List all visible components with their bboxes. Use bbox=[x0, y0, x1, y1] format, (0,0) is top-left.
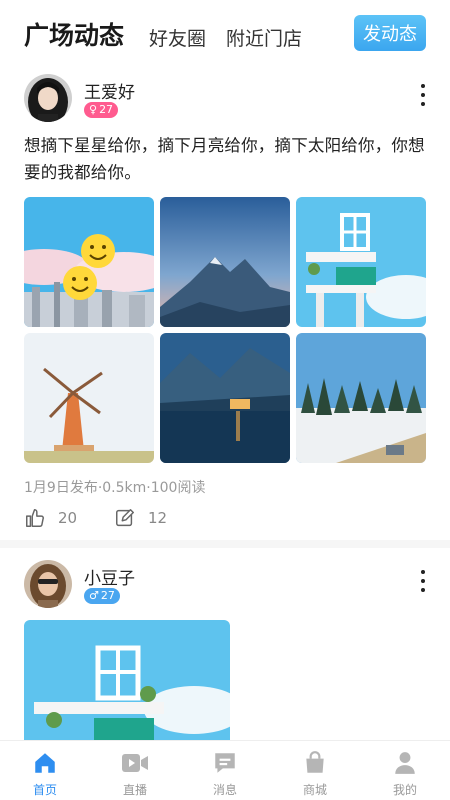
nav-label: 直播 bbox=[122, 783, 147, 797]
male-icon: ♂ bbox=[89, 589, 99, 602]
nav-messages[interactable]: 消息 bbox=[180, 741, 270, 800]
gender-age-badge: ♀ 27 bbox=[84, 102, 119, 118]
new-post-button[interactable]: 发动态 bbox=[354, 15, 426, 51]
post-divider bbox=[0, 540, 450, 548]
like-count: 20 bbox=[58, 509, 78, 527]
more-options-icon[interactable] bbox=[418, 84, 428, 106]
page-title: 广场动态 bbox=[24, 21, 125, 50]
like-button[interactable]: 20 bbox=[24, 507, 77, 529]
avatar[interactable] bbox=[24, 74, 72, 122]
username[interactable]: 王爱好 bbox=[84, 78, 135, 103]
username[interactable]: 小豆子 bbox=[84, 564, 135, 589]
shopping-bag-icon bbox=[300, 749, 330, 777]
nav-live[interactable]: 直播 bbox=[90, 741, 180, 800]
profile-icon bbox=[390, 749, 420, 777]
nav-profile[interactable]: 我的 bbox=[360, 741, 450, 800]
more-options-icon[interactable] bbox=[418, 570, 428, 592]
gender-age-badge: ♂ 27 bbox=[84, 588, 120, 604]
post-image-lake-town[interactable] bbox=[160, 333, 290, 463]
nav-label: 我的 bbox=[392, 783, 417, 797]
female-icon: ♀ bbox=[89, 103, 98, 116]
age-value: 27 bbox=[100, 589, 115, 602]
post-meta: 1月9日发布·0.5km·100阅读 bbox=[24, 480, 206, 496]
age-value: 27 bbox=[99, 103, 114, 116]
nav-mall[interactable]: 商城 bbox=[270, 741, 360, 800]
nav-label: 消息 bbox=[212, 783, 237, 797]
thumbs-up-icon bbox=[26, 509, 44, 527]
nav-home[interactable]: 首页 bbox=[0, 741, 90, 800]
post-image-balloons[interactable] bbox=[24, 197, 154, 327]
nav-label: 首页 bbox=[32, 783, 57, 797]
post-image-windmill[interactable] bbox=[24, 333, 154, 463]
video-icon bbox=[120, 749, 150, 777]
home-icon bbox=[30, 749, 60, 777]
post-image-snowy-forest[interactable] bbox=[296, 333, 426, 463]
post-image-mountain[interactable] bbox=[160, 197, 290, 327]
avatar[interactable] bbox=[24, 560, 72, 608]
bottom-tab-bar: 首页 直播 消息 商城 我的 bbox=[0, 740, 450, 800]
post-text: 想摘下星星给你，摘下月亮给你，摘下太阳给你，你想要的我都给你。 bbox=[24, 136, 425, 182]
top-header: 广场动态 好友圈 附近门店 发动态 bbox=[0, 0, 450, 64]
edit-icon bbox=[116, 509, 134, 527]
message-icon bbox=[210, 749, 240, 777]
tab-nearby-stores[interactable]: 附近门店 bbox=[226, 24, 302, 51]
tab-friends[interactable]: 好友圈 bbox=[149, 24, 206, 51]
post-image-white-staircase[interactable] bbox=[296, 197, 426, 327]
post-image-white-staircase[interactable] bbox=[24, 620, 230, 750]
comment-count: 12 bbox=[148, 509, 168, 527]
nav-label: 商城 bbox=[302, 783, 327, 797]
comment-button[interactable]: 12 bbox=[114, 507, 167, 529]
